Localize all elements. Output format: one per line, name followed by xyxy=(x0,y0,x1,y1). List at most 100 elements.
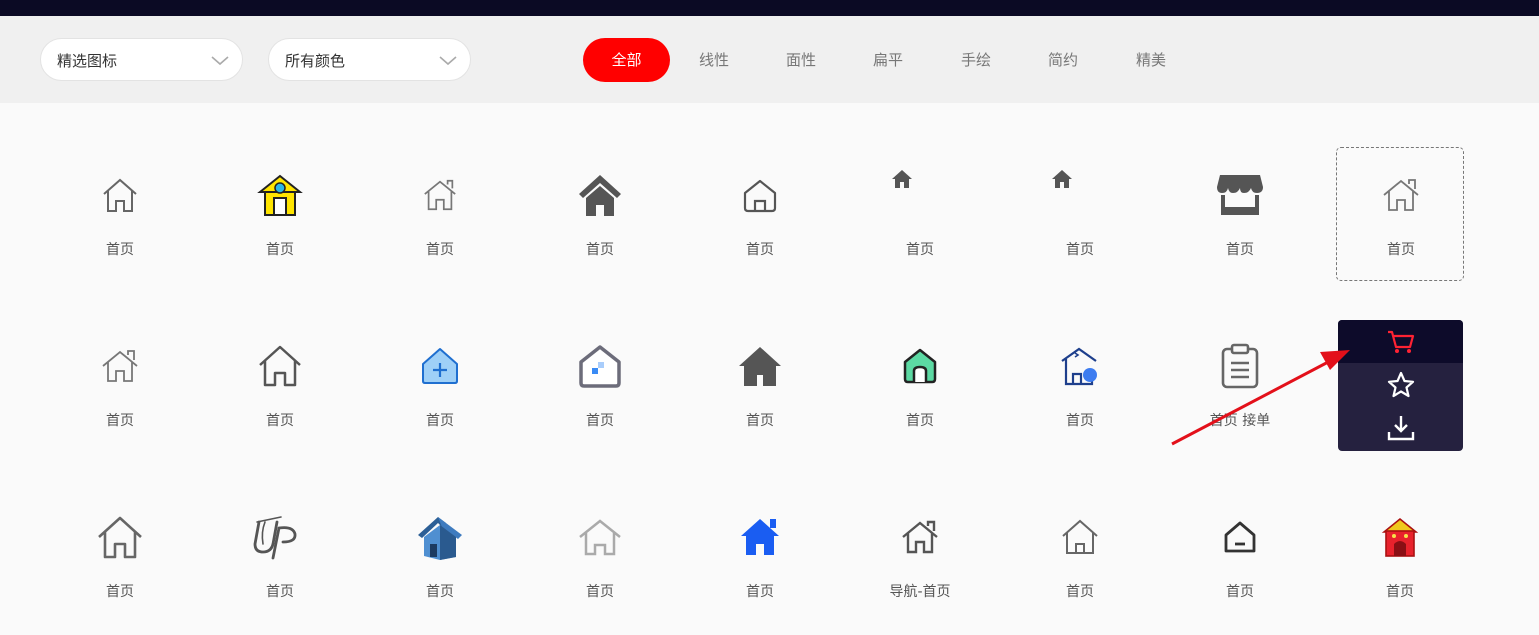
icon-card[interactable]: 首页 xyxy=(536,489,664,623)
icon-name: 首页 xyxy=(426,584,454,600)
icon-name: 首页 xyxy=(266,242,294,258)
icon-card[interactable]: 首页 xyxy=(856,318,984,452)
house-chimney-line-icon xyxy=(102,350,138,382)
icon-name: 首页 xyxy=(1066,584,1094,600)
tab-all[interactable]: 全部 xyxy=(583,38,670,82)
house-line-icon xyxy=(98,516,142,559)
icon-name: 首页 xyxy=(1066,242,1094,258)
up-handdrawn-icon xyxy=(253,516,297,560)
house-chimney-line-icon xyxy=(902,520,938,554)
tab-simple[interactable]: 简约 xyxy=(1029,38,1097,82)
house-small-solid-icon xyxy=(1052,170,1072,188)
icon-card[interactable]: 首页 xyxy=(1176,489,1304,623)
favorite-button[interactable] xyxy=(1338,363,1463,406)
icon-name: 首页 xyxy=(586,242,614,258)
house-chimney-line-icon xyxy=(424,179,456,211)
house-small-solid-icon xyxy=(892,170,912,188)
icon-action-menu xyxy=(1338,320,1463,451)
icon-card[interactable]: 首页 xyxy=(216,147,344,281)
house-yellow-icon xyxy=(257,174,303,216)
icon-card[interactable]: 首页 xyxy=(56,147,184,281)
clipboard-icon xyxy=(1221,343,1259,389)
house-chimney-line-icon xyxy=(1383,179,1419,211)
house-red-icon xyxy=(1381,517,1419,557)
icon-name: 首页 xyxy=(1226,584,1254,600)
icon-card[interactable]: 首页 xyxy=(1336,489,1464,623)
icon-name: 首页 xyxy=(906,242,934,258)
icon-name: 首页 接单 xyxy=(1209,413,1271,429)
tab-exquisite[interactable]: 精美 xyxy=(1117,38,1185,82)
filter-bar: 精选图标 所有颜色 全部 线性 面性 扁平 手绘 简约 精美 xyxy=(0,16,1539,103)
chevron-down-icon xyxy=(211,56,229,66)
house-light-line-icon xyxy=(579,519,621,556)
house-plus-blue-icon xyxy=(422,348,458,384)
icon-card[interactable]: 首页 xyxy=(56,489,184,623)
icon-name: 首页 xyxy=(106,584,134,600)
house-line-icon xyxy=(259,345,301,387)
tab-filled[interactable]: 面性 xyxy=(767,38,835,82)
house-rounded-line-icon xyxy=(743,179,777,213)
icon-card[interactable]: 首页 xyxy=(1016,318,1144,452)
color-select[interactable]: 所有颜色 xyxy=(268,38,471,81)
star-icon xyxy=(1387,371,1414,397)
icon-name: 首页 xyxy=(426,413,454,429)
icon-name: 首页 xyxy=(746,242,774,258)
icon-name: 首页 xyxy=(1226,242,1254,258)
house-roof-solid-icon xyxy=(579,175,621,216)
icon-name: 首页 xyxy=(586,413,614,429)
icon-card[interactable]: 首页 xyxy=(536,147,664,281)
icon-card[interactable]: 首页 xyxy=(376,147,504,281)
icon-name: 首页 xyxy=(1066,413,1094,429)
icon-card[interactable]: 首页 xyxy=(1176,147,1304,281)
add-to-cart-button[interactable] xyxy=(1338,320,1463,363)
house-3d-blue-icon xyxy=(418,517,462,560)
house-green-icon xyxy=(903,348,937,384)
tab-linear[interactable]: 线性 xyxy=(680,38,748,82)
icon-name: 首页 xyxy=(106,413,134,429)
house-line-icon xyxy=(1062,519,1098,554)
download-icon xyxy=(1387,415,1414,440)
icon-type-select[interactable]: 精选图标 xyxy=(40,38,243,81)
color-select-label: 所有颜色 xyxy=(285,52,346,70)
house-blue-dot-icon xyxy=(1061,347,1097,386)
icon-card[interactable]: 首页 xyxy=(56,318,184,452)
tab-handdrawn[interactable]: 手绘 xyxy=(942,38,1010,82)
icon-card[interactable]: 首页 xyxy=(376,489,504,623)
icon-name: 导航-首页 xyxy=(889,584,951,600)
icon-card[interactable]: 导航-首页 xyxy=(856,489,984,623)
house-blue-solid-icon xyxy=(741,519,779,555)
icon-name: 首页 xyxy=(106,242,134,258)
house-line-icon xyxy=(103,178,137,212)
icon-card-selected[interactable]: 首页 xyxy=(1336,147,1464,281)
icon-name: 首页 xyxy=(1387,242,1415,258)
storefront-icon xyxy=(1217,175,1263,215)
icon-type-select-label: 精选图标 xyxy=(57,52,118,70)
icon-name: 首页 xyxy=(746,584,774,600)
icon-card[interactable]: 首页 xyxy=(216,318,344,452)
icon-card[interactable]: 首页 xyxy=(696,489,824,623)
icon-name: 首页 xyxy=(266,584,294,600)
icon-name: 首页 xyxy=(426,242,454,258)
icon-name: 首页 xyxy=(906,413,934,429)
house-pixel-icon xyxy=(579,345,621,388)
icon-card[interactable]: 首页 xyxy=(696,318,824,452)
icon-card[interactable]: 首页 xyxy=(1016,147,1144,281)
tab-flat[interactable]: 扁平 xyxy=(854,38,922,82)
house-solid-icon xyxy=(739,347,781,386)
icon-card[interactable]: 首页 xyxy=(376,318,504,452)
house-minimal-icon xyxy=(1224,521,1256,553)
icon-name: 首页 xyxy=(266,413,294,429)
icon-name: 首页 xyxy=(586,584,614,600)
icon-card[interactable]: 首页 xyxy=(536,318,664,452)
chevron-down-icon xyxy=(439,56,457,66)
download-button[interactable] xyxy=(1338,406,1463,449)
icon-card[interactable]: 首页 xyxy=(1016,489,1144,623)
top-bar xyxy=(0,0,1539,16)
icon-name: 首页 xyxy=(1386,584,1414,600)
icon-card[interactable]: 首页 xyxy=(216,489,344,623)
icon-name: 首页 xyxy=(746,413,774,429)
icon-card[interactable]: 首页 xyxy=(856,147,984,281)
cart-icon xyxy=(1387,330,1414,353)
icon-card[interactable]: 首页 xyxy=(696,147,824,281)
icon-card[interactable]: 首页 接单 xyxy=(1176,318,1304,452)
